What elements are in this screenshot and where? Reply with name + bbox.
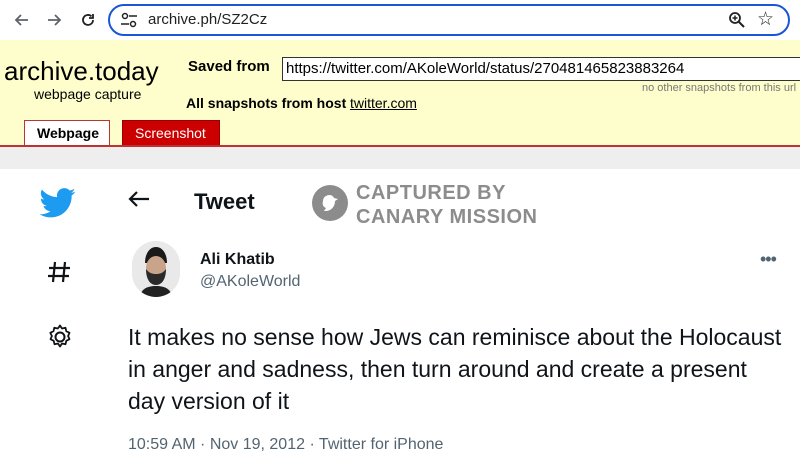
tweet-timestamp[interactable]: 10:59 AM · Nov 19, 2012 · Twitter for iP…	[128, 436, 443, 454]
archive-subtitle: webpage capture	[34, 86, 142, 102]
watermark-line-1: CAPTURED BY	[356, 182, 506, 204]
saved-from-label: Saved from	[188, 58, 270, 75]
zoom-icon[interactable]	[728, 10, 746, 30]
back-arrow-icon	[14, 14, 28, 26]
twitter-bird-icon[interactable]	[40, 187, 76, 219]
reload-button[interactable]	[76, 8, 100, 32]
watermark-text: CAPTURED BY CANARY MISSION	[356, 181, 537, 229]
avatar[interactable]	[132, 241, 180, 297]
tab-webpage[interactable]: Webpage	[24, 120, 110, 146]
reload-icon	[82, 14, 94, 26]
archive-logo[interactable]: archive.today	[4, 56, 159, 87]
no-other-snapshots-text: no other snapshots from this url	[642, 82, 797, 94]
saved-from-url-field[interactable]: https://twitter.com/AKoleWorld/status/27…	[282, 57, 800, 81]
address-bar[interactable]: archive.ph/SZ2Cz ☆	[108, 4, 790, 36]
page-separator	[0, 147, 800, 169]
watermark-line-2: CANARY MISSION	[356, 206, 538, 228]
tab-screenshot[interactable]: Screenshot	[122, 120, 220, 146]
all-snapshots-host-link[interactable]: twitter.com	[350, 95, 417, 111]
all-snapshots-label: All snapshots from host	[186, 95, 347, 111]
bookmark-star-icon[interactable]: ☆	[757, 8, 774, 31]
back-arrow-icon[interactable]	[128, 187, 150, 215]
page-title: Tweet	[194, 189, 255, 214]
forward-arrow-icon	[48, 14, 62, 26]
hashtag-icon[interactable]	[46, 259, 72, 285]
tweet-text: It makes no sense how Jews can reminisce…	[128, 324, 782, 414]
settings-gear-icon[interactable]	[46, 323, 74, 351]
tweet-page: Tweet CAPTURED BY CANARY MISSION Ali Kha…	[0, 169, 800, 471]
browser-toolbar: archive.ph/SZ2Cz ☆	[0, 0, 800, 40]
more-options-icon[interactable]: •••	[760, 249, 777, 270]
canary-bird-icon	[312, 185, 348, 221]
url-text[interactable]: archive.ph/SZ2Cz	[148, 11, 267, 28]
forward-button[interactable]	[42, 8, 66, 32]
back-button[interactable]	[10, 8, 34, 32]
author-handle[interactable]: @AKoleWorld	[200, 273, 300, 291]
author-name[interactable]: Ali Khatib	[200, 251, 275, 269]
site-settings-icon[interactable]	[120, 12, 138, 28]
archive-header: archive.today webpage capture Saved from…	[0, 40, 800, 146]
